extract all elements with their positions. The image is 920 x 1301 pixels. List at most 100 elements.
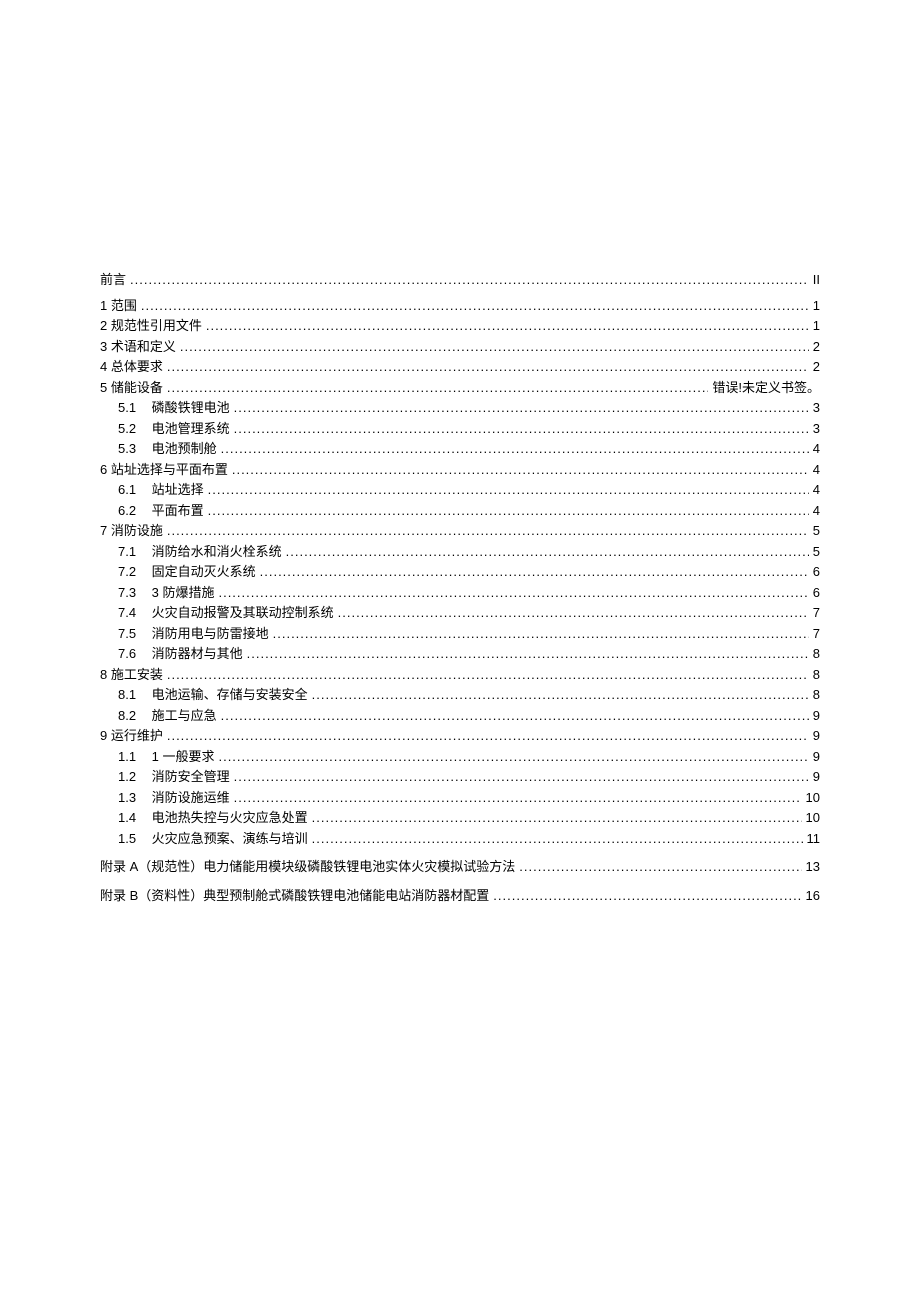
toc-entry-label: 7.3 3 防爆措施 <box>118 583 214 604</box>
toc-entry: 7.4 火灾自动报警及其联动控制系统7 <box>100 603 820 624</box>
toc-entry-label: 8 施工安装 <box>100 665 163 686</box>
toc-entry-page: 4 <box>813 460 820 481</box>
toc-entry: 8.1 电池运输、存储与安装安全 8 <box>100 685 820 706</box>
toc-entry: 7.1 消防给水和消火栓系统 5 <box>100 542 820 563</box>
toc-entry-label: 1.2 消防安全管理 <box>118 767 230 788</box>
toc-entry-label: 7.5 消防用电与防雷接地 <box>118 624 269 645</box>
toc-entry-number: 6.2 <box>118 501 148 522</box>
toc-leader-dots <box>234 419 809 440</box>
toc-entry: 7.3 3 防爆措施 6 <box>100 583 820 604</box>
toc-entry-title: 消防给水和消火栓系统 <box>148 544 282 559</box>
toc-entry-label: 5.3 电池预制舱 <box>118 439 217 460</box>
toc-entry: 4 总体要求2 <box>100 357 820 378</box>
toc-entry-page: 8 <box>813 665 820 686</box>
toc-entry: 8 施工安装 8 <box>100 665 820 686</box>
toc-entry-page: II <box>813 270 820 291</box>
toc-entry-number: 1.2 <box>118 767 148 788</box>
toc-entry-label: 7 消防设施 <box>100 521 163 542</box>
toc-leader-dots <box>167 521 809 542</box>
toc-entry-page: 3 <box>813 398 820 419</box>
toc-entry: 7 消防设施5 <box>100 521 820 542</box>
toc-entry-page: 11 <box>807 829 821 850</box>
toc-entry: 1.2 消防安全管理 9 <box>100 767 820 788</box>
toc-entry-number: 6.1 <box>118 480 148 501</box>
toc-entry: 前言II <box>100 270 820 291</box>
toc-entry-title: 消防用电与防雷接地 <box>148 626 269 641</box>
toc-entry-page: 16 <box>806 886 820 907</box>
toc-entry-title: 消防设施运维 <box>148 790 230 805</box>
toc-entry-page: 9 <box>813 767 820 788</box>
toc-entry-label: 4 总体要求 <box>100 357 163 378</box>
toc-entry-number: 1.1 <box>118 747 148 768</box>
toc-entry-label: 3 术语和定义 <box>100 337 176 358</box>
toc-entry-number: 7.4 <box>118 603 148 624</box>
toc-entry-number: 5.3 <box>118 439 148 460</box>
toc-entry-number: 1.5 <box>118 829 148 850</box>
toc-entry-page: 6 <box>813 583 820 604</box>
toc-entry: 5.2 电池管理系统3 <box>100 419 820 440</box>
toc-entry-number: 7.5 <box>118 624 148 645</box>
toc-entry-number: 7.2 <box>118 562 148 583</box>
toc-entry-title: 平面布置 <box>148 503 204 518</box>
toc-entry: 5 储能设备 错误!未定义书签。 <box>100 378 820 399</box>
toc-leader-dots <box>338 603 809 624</box>
toc-leader-dots <box>208 480 809 501</box>
toc-leader-dots <box>167 665 809 686</box>
toc-entry-label: 6.1 站址选择 <box>118 480 204 501</box>
toc-entry-title: 站址选择 <box>148 482 204 497</box>
toc-entry-label: 2 规范性引用文件 <box>100 316 202 337</box>
toc-entry-label: 1.3 消防设施运维 <box>118 788 230 809</box>
toc-entry-title: 施工与应急 <box>148 708 217 723</box>
toc-entry: 6.2 平面布置4 <box>100 501 820 522</box>
toc-entry-title: 磷酸铁锂电池 <box>148 400 230 415</box>
toc-entry-number: 8.1 <box>118 685 148 706</box>
toc-entry-label: 1.4 电池热失控与火灾应急处置 <box>118 808 308 829</box>
toc-entry: 9 运行维护9 <box>100 726 820 747</box>
toc-entry-page: 13 <box>806 857 820 878</box>
toc-leader-dots <box>273 624 809 645</box>
toc-entry-page: 3 <box>813 419 820 440</box>
toc-entry-number: 7.3 <box>118 583 148 604</box>
toc-entry: 6.1 站址选择 4 <box>100 480 820 501</box>
toc-leader-dots <box>286 542 809 563</box>
toc-entry-title: 电池运输、存储与安装安全 <box>148 687 308 702</box>
toc-entry-title: 电池预制舱 <box>148 441 217 456</box>
toc-entry-page: 1 <box>813 316 820 337</box>
toc-entry-title: 1 一般要求 <box>148 749 214 764</box>
toc-leader-dots <box>141 296 809 317</box>
toc-entry-title: 消防器材与其他 <box>148 646 243 661</box>
toc-entry-page: 8 <box>813 685 820 706</box>
toc-entry-label: 附录 B（资料性）典型预制舱式磷酸铁锂电池储能电站消防器材配置 <box>100 886 489 907</box>
toc-entry-page: 2 <box>813 337 820 358</box>
toc-leader-dots <box>167 357 809 378</box>
toc-leader-dots <box>519 857 801 878</box>
toc-entry-label: 1.5 火灾应急预案、演练与培训 <box>118 829 308 850</box>
toc-entry-label: 5 储能设备 <box>100 378 163 399</box>
toc-leader-dots <box>234 788 802 809</box>
toc-entry-page: 10 <box>806 788 820 809</box>
toc-entry: 5.3 电池预制舱4 <box>100 439 820 460</box>
toc-entry: 7.6 消防器材与其他8 <box>100 644 820 665</box>
toc-entry-label: 6 站址选择与平面布置 <box>100 460 228 481</box>
toc-entry-title: 固定自动灭火系统 <box>148 564 256 579</box>
toc-entry-page: 9 <box>813 747 820 768</box>
toc-entry-page: 4 <box>813 480 820 501</box>
toc-entry-page: 错误!未定义书签。 <box>712 378 820 399</box>
toc-leader-dots <box>221 439 809 460</box>
toc-entry-label: 7.1 消防给水和消火栓系统 <box>118 542 282 563</box>
toc-entry-title: 3 防爆措施 <box>148 585 214 600</box>
toc-leader-dots <box>208 501 809 522</box>
table-of-contents: 前言II1 范围12 规范性引用文件13 术语和定义24 总体要求25 储能设备… <box>100 270 820 906</box>
toc-leader-dots <box>247 644 809 665</box>
toc-entry: 2 规范性引用文件 1 <box>100 316 820 337</box>
toc-entry: 1.4 电池热失控与火灾应急处置10 <box>100 808 820 829</box>
toc-entry-page: 1 <box>813 296 820 317</box>
toc-entry: 7.5 消防用电与防雷接地7 <box>100 624 820 645</box>
toc-entry-page: 6 <box>813 562 820 583</box>
toc-entry-label: 7.4 火灾自动报警及其联动控制系统 <box>118 603 334 624</box>
toc-entry-page: 5 <box>813 542 820 563</box>
toc-entry-label: 7.2 固定自动灭火系统 <box>118 562 256 583</box>
toc-leader-dots <box>260 562 809 583</box>
toc-entry-page: 9 <box>813 706 820 727</box>
toc-entry-number: 5.1 <box>118 398 148 419</box>
